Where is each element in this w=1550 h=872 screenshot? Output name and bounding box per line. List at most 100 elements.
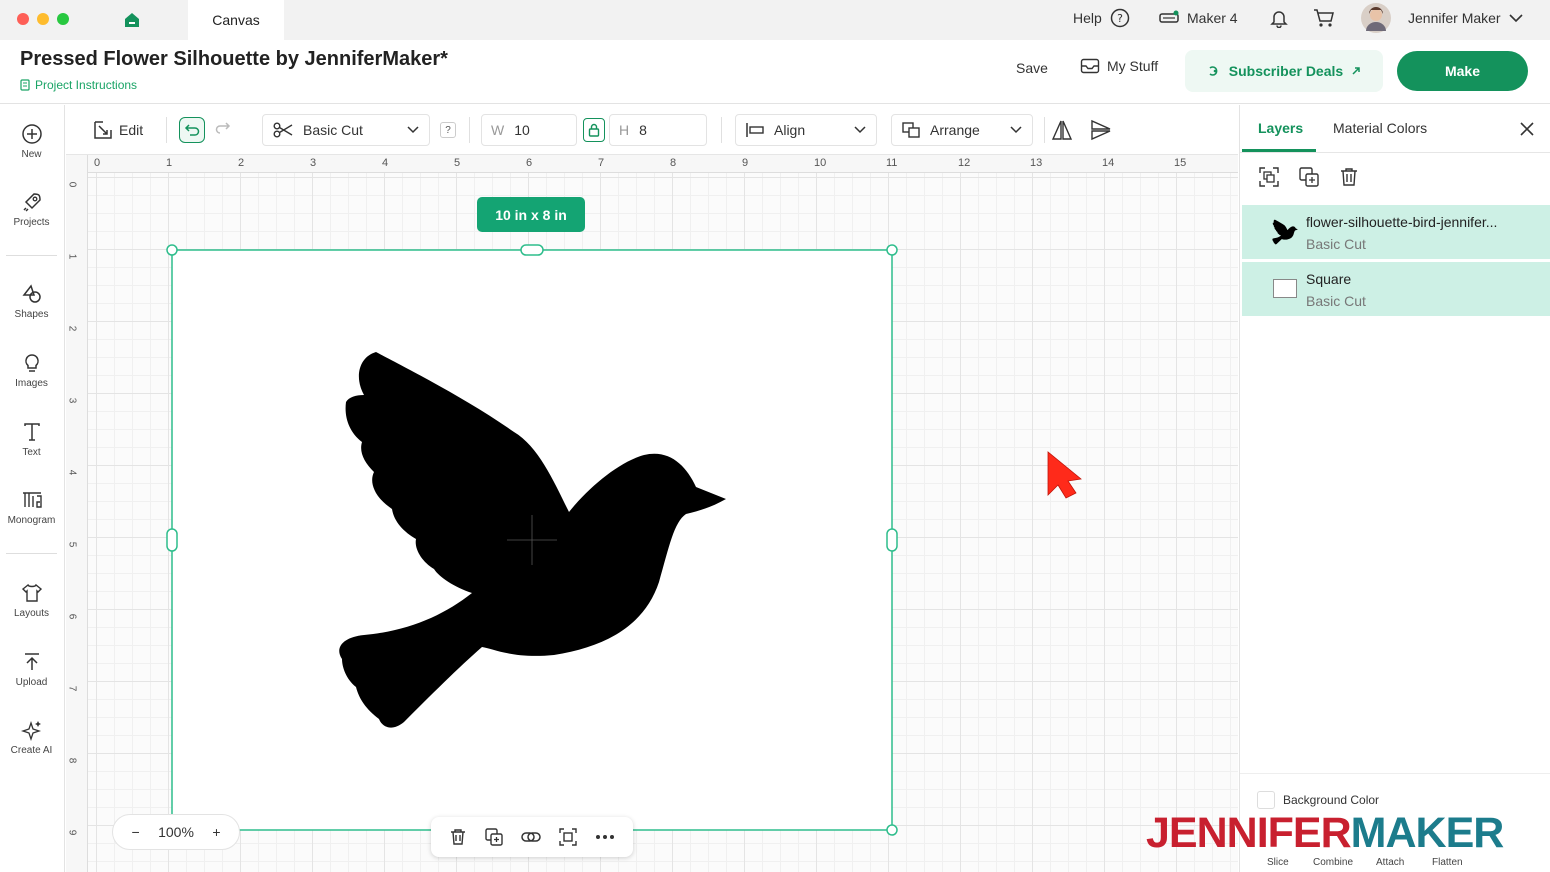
make-button[interactable]: Make	[1397, 51, 1528, 91]
title-bar: Canvas Help ? Maker 4 Jennifer Maker	[0, 0, 1550, 40]
sidebar-item-layouts[interactable]: Layouts	[0, 582, 63, 619]
shapes-icon	[21, 283, 43, 305]
background-color-control[interactable]: Background Color	[1257, 791, 1379, 809]
operation-select[interactable]: Basic Cut	[262, 114, 430, 146]
sidebar-item-projects[interactable]: Projects	[0, 191, 63, 228]
home-icon[interactable]	[123, 11, 141, 29]
window-minimize-button[interactable]	[37, 13, 49, 25]
background-color-swatch[interactable]	[1257, 791, 1275, 809]
attach-button[interactable]: Attach	[1376, 857, 1404, 868]
group-icon[interactable]	[559, 828, 577, 846]
inbox-icon	[1080, 58, 1100, 74]
delete-layer-icon[interactable]	[1339, 167, 1359, 187]
align-left-icon	[746, 123, 764, 137]
project-title: Pressed Flower Silhouette by JenniferMak…	[20, 48, 448, 70]
rocket-icon	[21, 191, 43, 213]
flatten-button[interactable]: Flatten	[1432, 857, 1463, 868]
arrange-icon	[902, 122, 920, 138]
zoom-in-button[interactable]: +	[212, 824, 220, 840]
toolbar-divider	[166, 117, 167, 143]
zoom-out-button[interactable]: −	[131, 824, 139, 840]
lock-icon[interactable]	[583, 118, 605, 142]
shirt-icon	[21, 582, 43, 604]
monogram-icon	[21, 489, 43, 511]
edit-toolbar: Edit Basic Cut ? W 10 H 8 Align Arrange	[66, 105, 1238, 155]
sidebar-item-images[interactable]: Images	[0, 352, 63, 389]
height-label: H	[619, 122, 630, 138]
tab-canvas[interactable]: Canvas	[188, 0, 284, 40]
scissors-icon	[273, 122, 293, 138]
jennifermaker-watermark: JENNIFERMAKER	[1146, 812, 1504, 855]
edit-button[interactable]: Edit	[93, 114, 143, 146]
operation-help-button[interactable]: ?	[440, 122, 456, 138]
text-icon	[21, 421, 43, 443]
sidebar-item-shapes[interactable]: Shapes	[0, 283, 63, 320]
chevron-down-icon	[407, 126, 419, 134]
close-icon[interactable]	[1520, 122, 1534, 136]
layer-row[interactable]: Square Basic Cut	[1242, 262, 1550, 316]
project-instructions-link[interactable]: Project Instructions	[20, 78, 137, 92]
avatar[interactable]	[1360, 2, 1392, 34]
machine-label: Maker 4	[1187, 10, 1238, 26]
sidebar-item-upload[interactable]: Upload	[0, 651, 63, 688]
cart-icon[interactable]	[1313, 8, 1335, 28]
plus-circle-icon	[21, 123, 43, 145]
height-field[interactable]: H 8	[609, 114, 707, 146]
tab-material-colors[interactable]: Material Colors	[1333, 120, 1427, 136]
left-sidebar: New Projects Shapes Images Text Monogram…	[0, 105, 65, 872]
flip-vertical-icon[interactable]	[1090, 119, 1112, 141]
subscriber-deals-button[interactable]: Subscriber Deals	[1185, 50, 1383, 92]
undo-icon[interactable]	[179, 117, 205, 143]
svg-text:?: ?	[1117, 12, 1123, 25]
flip-horizontal-icon[interactable]	[1051, 119, 1073, 141]
arrange-label: Arrange	[930, 122, 980, 138]
attach-link-icon[interactable]	[521, 830, 541, 844]
bell-icon[interactable]	[1269, 8, 1289, 28]
duplicate-layer-icon[interactable]	[1299, 167, 1319, 187]
tag-icon	[1207, 64, 1221, 78]
help-button[interactable]: Help ?	[1073, 0, 1130, 36]
chevron-down-icon	[854, 126, 866, 134]
duplicate-icon[interactable]	[485, 828, 503, 846]
my-stuff-button[interactable]: My Stuff	[1080, 58, 1158, 74]
width-label: W	[491, 122, 505, 138]
active-tab-indicator	[1242, 149, 1316, 152]
slice-button[interactable]: Slice	[1267, 857, 1289, 868]
project-header: Pressed Flower Silhouette by JenniferMak…	[0, 40, 1550, 104]
tab-layers[interactable]: Layers	[1258, 120, 1303, 136]
arrange-select[interactable]: Arrange	[891, 114, 1033, 146]
sidebar-item-text[interactable]: Text	[0, 421, 63, 458]
sidebar-item-create-ai[interactable]: Create AI	[0, 719, 63, 756]
operation-label: Basic Cut	[303, 122, 363, 138]
toolbar-divider	[469, 117, 470, 143]
project-instructions-label: Project Instructions	[35, 78, 138, 92]
zoom-value: 100%	[158, 824, 194, 840]
panel-divider	[1240, 773, 1550, 774]
bird-silhouette-image[interactable]	[334, 347, 728, 732]
lightbulb-icon	[21, 352, 43, 374]
window-maximize-button[interactable]	[57, 13, 69, 25]
layer-operation: Basic Cut	[1306, 293, 1366, 309]
combine-button[interactable]: Combine	[1313, 857, 1353, 868]
user-menu[interactable]: Jennifer Maker	[1408, 0, 1523, 36]
sidebar-item-new[interactable]: New	[0, 123, 63, 160]
trash-icon[interactable]	[449, 828, 467, 846]
window-close-button[interactable]	[17, 13, 29, 25]
layer-name: flower-silhouette-bird-jennifer...	[1306, 214, 1498, 230]
machine-selector[interactable]: Maker 4	[1159, 0, 1238, 36]
document-icon	[20, 79, 30, 91]
more-options-icon[interactable]	[595, 834, 615, 840]
external-link-icon	[1351, 66, 1361, 76]
bird-layer-thumbnail	[1272, 219, 1298, 245]
sidebar-item-label: Upload	[15, 677, 48, 688]
redo-icon[interactable]	[214, 121, 232, 135]
machine-icon	[1159, 10, 1179, 26]
save-button[interactable]: Save	[1016, 60, 1048, 76]
sidebar-item-monogram[interactable]: Monogram	[0, 489, 63, 526]
align-select[interactable]: Align	[735, 114, 877, 146]
width-field[interactable]: W 10	[481, 114, 577, 146]
help-label: Help	[1073, 10, 1102, 26]
layer-row[interactable]: flower-silhouette-bird-jennifer... Basic…	[1242, 205, 1550, 259]
group-layers-icon[interactable]	[1259, 167, 1279, 187]
design-canvas[interactable]: 0 1 2 3 4 5 6 7 8 9 10 11 12 13 14 15 0123456789 10 in …	[66, 155, 1238, 872]
